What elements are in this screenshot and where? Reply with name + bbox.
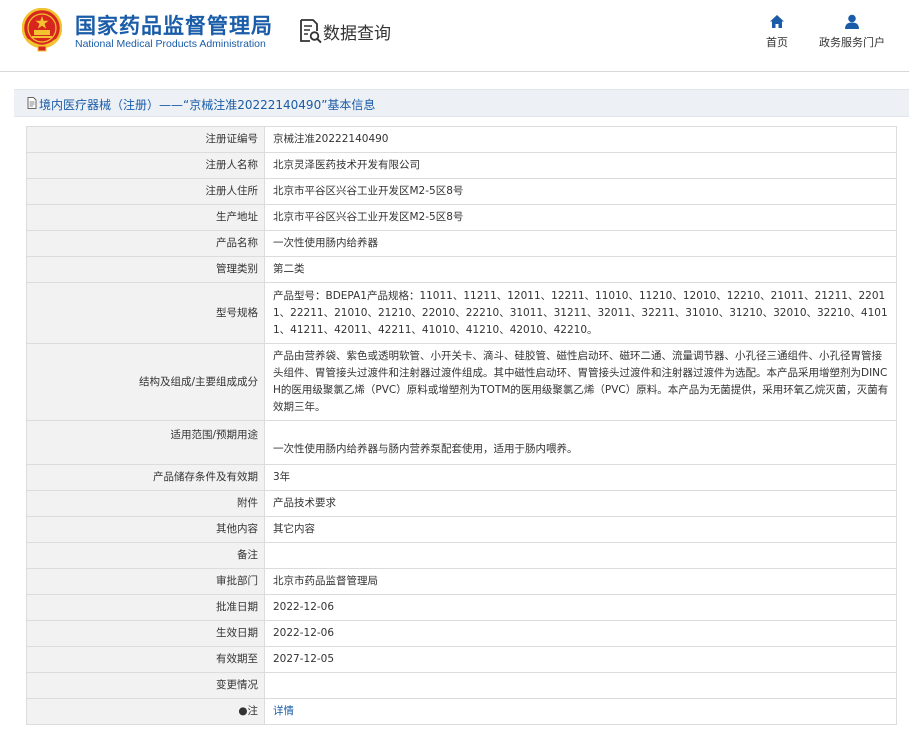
field-value: 详情 [264,698,897,725]
field-label: 产品储存条件及有效期 [26,464,265,491]
table-row: 其他内容 其它内容 [26,516,897,543]
field-label: 管理类别 [26,256,265,283]
nav-home[interactable]: 首页 [762,14,792,50]
field-value: 产品由营养袋、紫色或透明软管、小开关卡、滴斗、硅胶管、磁性启动环、磁环二通、流量… [264,343,897,421]
field-value: 2022-12-06 [264,594,897,621]
field-value: 3年 [264,464,897,491]
document-search-icon [300,19,322,44]
page-title: 境内医疗器械（注册）——“京械注准20222140490”基本信息 [39,98,376,112]
site-title-en[interactable]: National Medical Products Administration [75,38,266,50]
detail-table: 注册证编号 京械注准20222140490 注册人名称 北京灵泽医药技术开发有限… [26,126,897,725]
table-row: 生效日期 2022-12-06 [26,620,897,647]
page-title-bar: 境内医疗器械（注册）——“京械注准20222140490”基本信息 [14,89,909,117]
nav-service-portal[interactable]: 政务服务门户 [818,14,886,50]
table-row: 附件 产品技术要求 [26,490,897,517]
table-row: 注册人住所 北京市平谷区兴谷工业开发区M2-5区8号 [26,178,897,205]
field-label: 产品名称 [26,230,265,257]
document-icon [27,97,37,109]
field-label: 批准日期 [26,594,265,621]
field-value: 北京市药品监督管理局 [264,568,897,595]
table-row: 生产地址 北京市平谷区兴谷工业开发区M2-5区8号 [26,204,897,231]
field-value: 北京市平谷区兴谷工业开发区M2-5区8号 [264,178,897,205]
table-row: 变更情况 [26,672,897,699]
table-row: 审批部门 北京市药品监督管理局 [26,568,897,595]
table-row: 型号规格 产品型号：BDEPA1产品规格：11011、11211、12011、1… [26,282,897,344]
field-label: 变更情况 [26,672,265,699]
site-title-cn[interactable]: 国家药品监督管理局 [75,10,273,40]
field-label: 其他内容 [26,516,265,543]
field-value: 2027-12-05 [264,646,897,673]
field-value [264,542,897,569]
table-row: 有效期至 2027-12-05 [26,646,897,673]
field-label: 生产地址 [26,204,265,231]
field-value: 产品技术要求 [264,490,897,517]
field-label: 生效日期 [26,620,265,647]
national-emblem-icon[interactable] [22,8,62,52]
field-value: 第二类 [264,256,897,283]
field-label: 适用范围/预期用途 [26,420,265,465]
field-value: 产品型号：BDEPA1产品规格：11011、11211、12011、12211、… [264,282,897,344]
field-label: 备注 [26,542,265,569]
table-row: 批准日期 2022-12-06 [26,594,897,621]
table-row: 注册人名称 北京灵泽医药技术开发有限公司 [26,152,897,179]
site-header: 国家药品监督管理局 National Medical Products Admi… [0,0,909,72]
field-label: 附件 [26,490,265,517]
field-value: 一次性使用肠内给养器 [264,230,897,257]
table-row: 产品储存条件及有效期 3年 [26,464,897,491]
table-row: 注册证编号 京械注准20222140490 [26,126,897,153]
field-value: 其它内容 [264,516,897,543]
user-icon [845,14,859,29]
field-label: 型号规格 [26,282,265,344]
field-label: 注册人名称 [26,152,265,179]
table-row: 适用范围/预期用途 一次性使用肠内给养器与肠内营养泵配套使用，适用于肠内喂养。 [26,420,897,465]
field-value: 北京市平谷区兴谷工业开发区M2-5区8号 [264,204,897,231]
table-row: 结构及组成/主要组成成分 产品由营养袋、紫色或透明软管、小开关卡、滴斗、硅胶管、… [26,343,897,421]
field-label: 审批部门 [26,568,265,595]
field-value: 京械注准20222140490 [264,126,897,153]
details-link[interactable]: 详情 [273,705,294,717]
field-value: 一次性使用肠内给养器与肠内营养泵配套使用，适用于肠内喂养。 [264,420,897,465]
home-icon [770,15,784,28]
table-row: ●注 详情 [26,698,897,725]
table-row: 产品名称 一次性使用肠内给养器 [26,230,897,257]
field-label: 有效期至 [26,646,265,673]
field-label: ●注 [26,698,265,725]
field-value: 2022-12-06 [264,620,897,647]
field-label: 结构及组成/主要组成成分 [26,343,265,421]
field-value [264,672,897,699]
nav-service-label: 政务服务门户 [819,36,885,49]
table-row: 管理类别 第二类 [26,256,897,283]
data-query-label[interactable]: 数据查询 [323,19,391,44]
field-label: 注册人住所 [26,178,265,205]
header-divider [0,71,909,72]
field-value: 北京灵泽医药技术开发有限公司 [264,152,897,179]
table-row: 备注 [26,542,897,569]
nav-home-label: 首页 [766,36,788,49]
field-label: 注册证编号 [26,126,265,153]
